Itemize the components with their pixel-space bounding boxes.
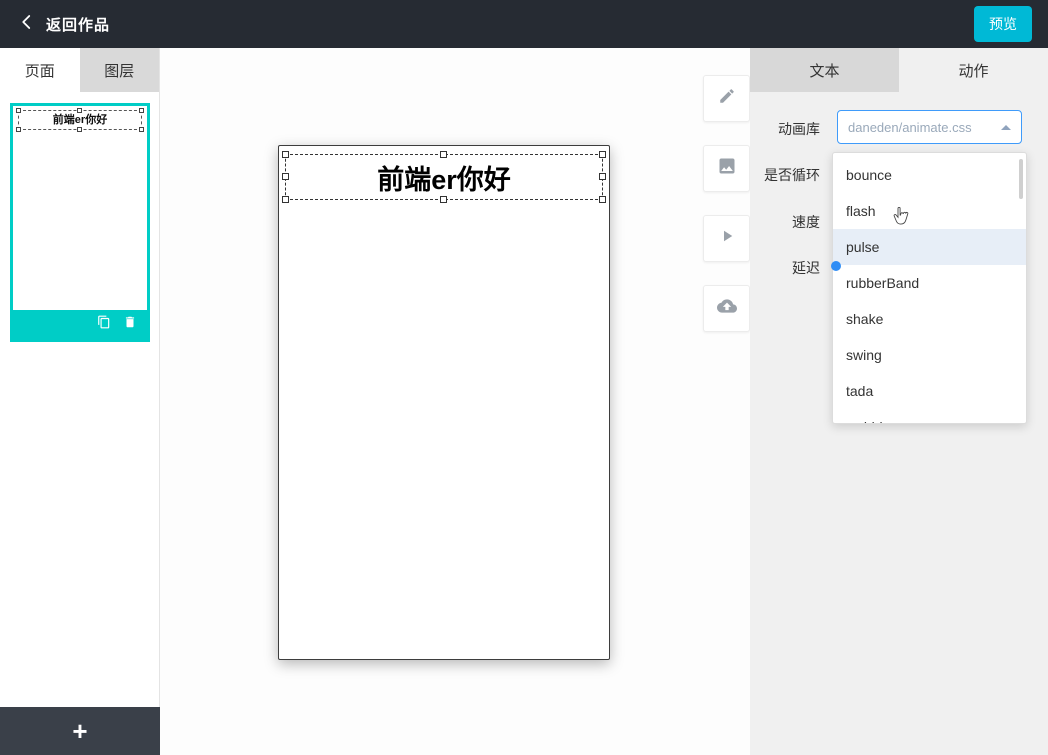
dropdown-option[interactable]: pulse xyxy=(833,229,1026,265)
resize-handle-s[interactable] xyxy=(440,196,447,203)
app-window: 返回作品 预览 页面 图层 前端er你好 + 前端er你好 文本 动作 动画库 … xyxy=(0,0,1048,755)
upload-tool-button[interactable] xyxy=(703,285,750,332)
dropdown-scrollbar[interactable] xyxy=(1019,159,1023,199)
resize-handle-w[interactable] xyxy=(282,173,289,180)
edit-tool-button[interactable] xyxy=(703,75,750,122)
back-label: 返回作品 xyxy=(46,16,111,34)
image-icon xyxy=(717,156,737,181)
back-button[interactable]: 返回作品 xyxy=(0,13,116,36)
animation-dropdown-list: bounce flash pulse rubberBand shake swin… xyxy=(832,152,1027,424)
thumbnail-text: 前端er你好 xyxy=(52,114,108,126)
tab-pages[interactable]: 页面 xyxy=(0,48,80,92)
chevron-up-icon xyxy=(1001,124,1011,130)
label-loop: 是否循环 xyxy=(764,167,820,183)
resize-handle-n[interactable] xyxy=(440,151,447,158)
add-page-button[interactable]: + xyxy=(0,707,160,755)
page-thumbnail-preview: 前端er你好 xyxy=(13,108,147,314)
select-value: daneden/animate.css xyxy=(848,119,972,135)
dropdown-option[interactable]: swing xyxy=(833,337,1026,373)
dropdown-option[interactable]: flash xyxy=(833,193,1026,229)
artboard[interactable]: 前端er你好 xyxy=(278,145,610,660)
top-bar: 返回作品 预览 xyxy=(0,0,1048,48)
animation-library-select[interactable]: daneden/animate.css xyxy=(837,110,1022,144)
image-tool-button[interactable] xyxy=(703,145,750,192)
delete-page-icon[interactable] xyxy=(123,315,137,334)
label-animation-library: 动画库 xyxy=(778,121,820,137)
preview-button[interactable]: 预览 xyxy=(974,6,1032,42)
play-icon xyxy=(718,227,736,250)
text-element-content: 前端er你好 xyxy=(377,164,511,195)
left-sidebar: 页面 图层 前端er你好 + xyxy=(0,48,160,755)
tab-text[interactable]: 文本 xyxy=(750,48,899,92)
page-thumbnail[interactable]: 前端er你好 xyxy=(10,103,150,342)
plus-icon: + xyxy=(72,715,88,746)
properties-panel: 文本 动作 动画库 是否循环 速度 延迟 daneden/animate.css… xyxy=(750,48,1048,755)
duplicate-page-icon[interactable] xyxy=(97,315,111,334)
delay-slider-handle[interactable] xyxy=(831,261,841,271)
tab-action[interactable]: 动作 xyxy=(899,48,1048,92)
pencil-icon xyxy=(718,87,736,110)
play-tool-button[interactable] xyxy=(703,215,750,262)
dropdown-option[interactable]: bounce xyxy=(833,157,1026,193)
resize-handle-se[interactable] xyxy=(599,196,606,203)
resize-handle-ne[interactable] xyxy=(599,151,606,158)
resize-handle-nw[interactable] xyxy=(282,151,289,158)
dropdown-option[interactable]: rubberBand xyxy=(833,265,1026,301)
chevron-left-icon xyxy=(18,13,36,36)
dropdown-option[interactable]: shake xyxy=(833,301,1026,337)
tab-layers[interactable]: 图层 xyxy=(79,48,159,92)
thumbnail-toolbar xyxy=(13,310,147,339)
sidebar-tabs: 页面 图层 xyxy=(0,48,159,92)
resize-handle-e[interactable] xyxy=(599,173,606,180)
cloud-upload-icon xyxy=(716,296,737,321)
panel-tabs: 文本 动作 xyxy=(750,48,1048,92)
label-speed: 速度 xyxy=(792,214,820,230)
dropdown-option[interactable]: tada xyxy=(833,373,1026,409)
canvas-area: 前端er你好 xyxy=(160,48,750,755)
resize-handle-sw[interactable] xyxy=(282,196,289,203)
selected-text-element[interactable]: 前端er你好 xyxy=(282,151,606,203)
dropdown-option[interactable]: wobble xyxy=(833,409,1026,423)
label-delay: 延迟 xyxy=(792,260,820,276)
thumbnail-text-element: 前端er你好 xyxy=(16,108,144,132)
